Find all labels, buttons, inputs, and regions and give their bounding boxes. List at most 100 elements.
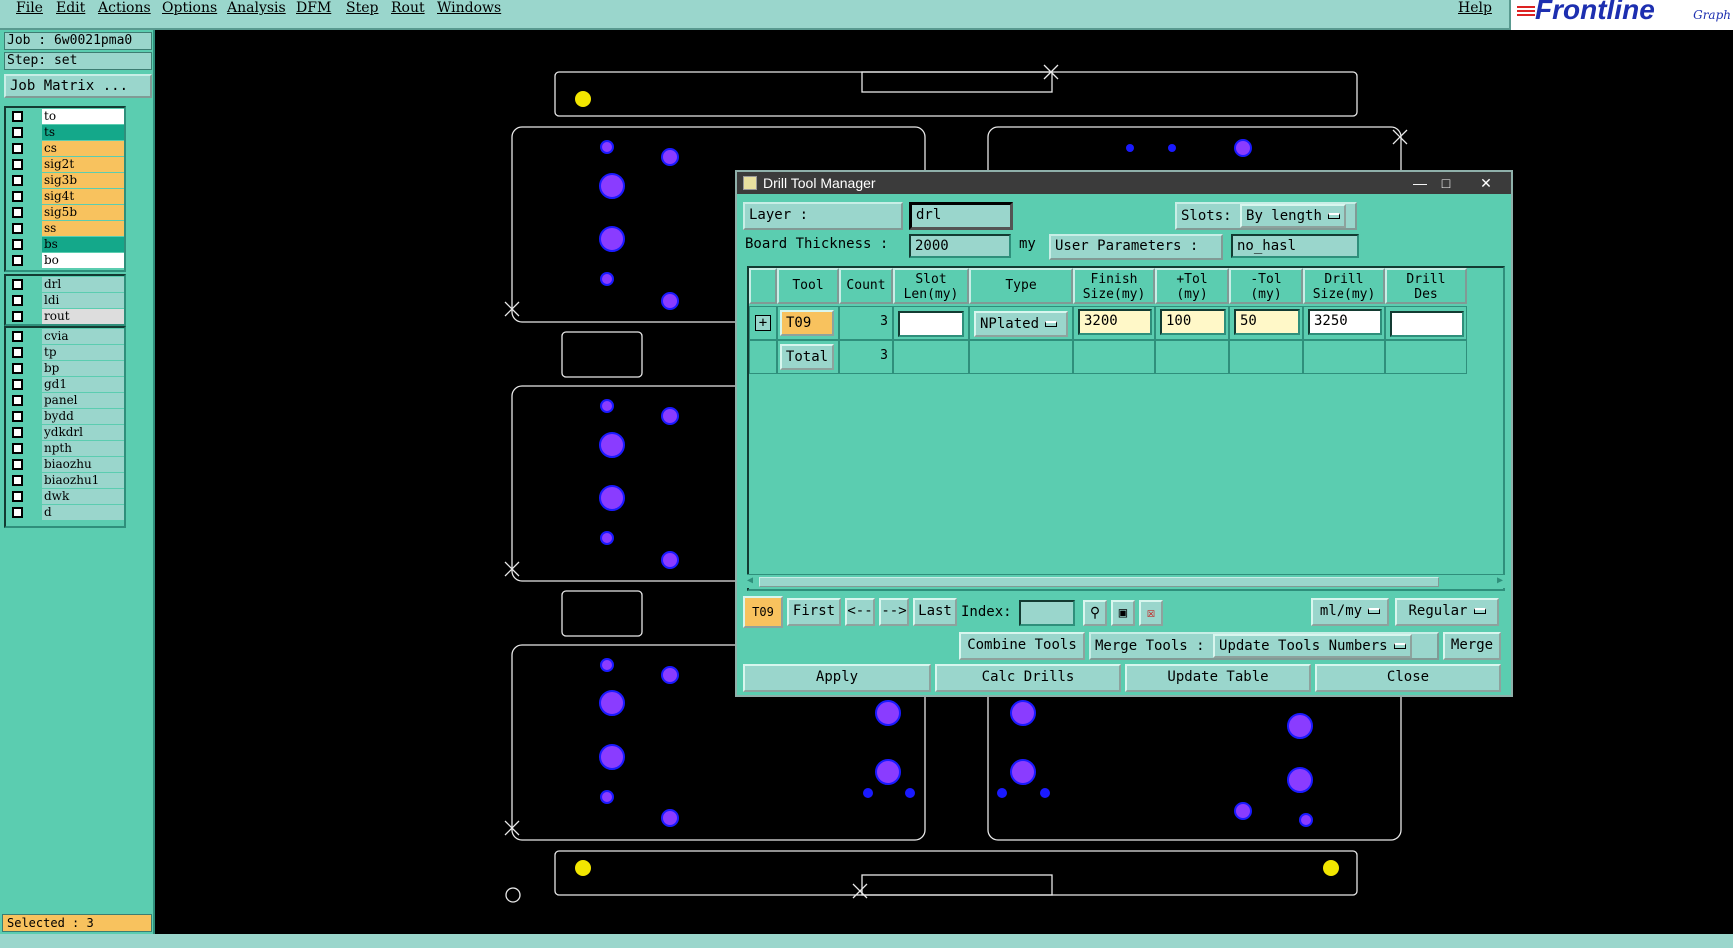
layer-name[interactable]: bydd xyxy=(42,409,124,424)
layer-checkbox[interactable] xyxy=(12,239,23,250)
mode-dropdown[interactable]: Regular xyxy=(1395,598,1499,626)
apply-button[interactable]: Apply xyxy=(743,664,931,692)
menu-analysis[interactable]: Analysis xyxy=(227,0,286,16)
layer-name[interactable]: dwk xyxy=(42,489,124,504)
layer-row[interactable]: cs xyxy=(6,140,124,156)
layer-checkbox[interactable] xyxy=(12,175,23,186)
layer-checkbox[interactable] xyxy=(12,331,23,342)
menu-dfm[interactable]: DFM xyxy=(296,0,331,16)
slot-len-input[interactable] xyxy=(898,311,964,337)
layer-name[interactable]: sig5b xyxy=(42,205,124,220)
last-button[interactable]: Last xyxy=(913,598,957,626)
prev-button[interactable]: <-- xyxy=(845,598,875,626)
layer-name[interactable]: tp xyxy=(42,345,124,360)
layer-row[interactable]: ldi xyxy=(6,292,124,308)
layer-checkbox[interactable] xyxy=(12,279,23,290)
menu-file[interactable]: File xyxy=(16,0,43,16)
dialog-titlebar[interactable]: Drill Tool Manager — □ ✕ xyxy=(737,172,1511,194)
next-button[interactable]: --> xyxy=(879,598,909,626)
layer-row[interactable]: cvia xyxy=(6,328,124,344)
layer-name[interactable]: bp xyxy=(42,361,124,376)
layer-name[interactable]: sig4t xyxy=(42,189,124,204)
layer-row[interactable]: tp xyxy=(6,344,124,360)
drill-des-input[interactable] xyxy=(1390,311,1464,337)
layer-name[interactable]: gd1 xyxy=(42,377,124,392)
layer-row[interactable]: sig2t xyxy=(6,156,124,172)
layer-row[interactable]: sig3b xyxy=(6,172,124,188)
layer-row[interactable]: ydkdrl xyxy=(6,424,124,440)
layer-row[interactable]: ts xyxy=(6,124,124,140)
layer-checkbox[interactable] xyxy=(12,207,23,218)
layer-name[interactable]: panel xyxy=(42,393,124,408)
horizontal-scrollbar[interactable]: ◀ ▶ xyxy=(747,574,1505,588)
menu-actions[interactable]: Actions xyxy=(98,0,151,16)
layer-row[interactable]: panel xyxy=(6,392,124,408)
layer-checkbox[interactable] xyxy=(12,191,23,202)
layer-name[interactable]: sig3b xyxy=(42,173,124,188)
layer-row[interactable]: bp xyxy=(6,360,124,376)
plus-tol-input[interactable]: 100 xyxy=(1160,309,1226,335)
finish-size-input[interactable]: 3200 xyxy=(1078,309,1152,335)
menu-help[interactable]: Help xyxy=(1458,0,1492,16)
index-input[interactable] xyxy=(1019,600,1075,626)
scroll-right-icon[interactable]: ▶ xyxy=(1497,575,1503,586)
layer-checkbox[interactable] xyxy=(12,427,23,438)
minimize-icon[interactable]: — xyxy=(1409,174,1431,192)
layer-row[interactable]: biaozhu xyxy=(6,456,124,472)
layer-name[interactable]: cvia xyxy=(42,329,124,344)
layer-checkbox[interactable] xyxy=(12,395,23,406)
layer-name[interactable]: ss xyxy=(42,221,124,236)
tool-button[interactable]: T09 xyxy=(780,310,834,336)
layer-row[interactable]: bo xyxy=(6,252,124,268)
layer-checkbox[interactable] xyxy=(12,475,23,486)
minus-tol-input[interactable]: 50 xyxy=(1234,309,1300,335)
layer-checkbox[interactable] xyxy=(12,111,23,122)
layer-row[interactable]: rout xyxy=(6,308,124,324)
scrollbar-thumb[interactable] xyxy=(759,577,1439,587)
type-dropdown[interactable]: NPlated xyxy=(974,311,1068,337)
layer-row[interactable]: gd1 xyxy=(6,376,124,392)
row-expand[interactable]: + xyxy=(749,306,777,340)
layer-checkbox[interactable] xyxy=(12,295,23,306)
layer-row[interactable]: ss xyxy=(6,220,124,236)
scroll-left-icon[interactable]: ◀ xyxy=(747,575,753,586)
tool-cell[interactable]: T09 xyxy=(777,306,839,340)
menu-rout[interactable]: Rout xyxy=(391,0,425,16)
layer-name[interactable]: bo xyxy=(42,253,124,268)
layer-checkbox[interactable] xyxy=(12,459,23,470)
total-button[interactable]: Total xyxy=(780,344,834,370)
layer-checkbox[interactable] xyxy=(12,143,23,154)
layer-name[interactable]: rout xyxy=(42,309,124,324)
layer-name[interactable]: d xyxy=(42,505,124,520)
layer-checkbox[interactable] xyxy=(12,491,23,502)
layer-name[interactable]: npth xyxy=(42,441,124,456)
layer-name[interactable]: biaozhu xyxy=(42,457,124,472)
layer-checkbox[interactable] xyxy=(12,311,23,322)
layer-checkbox[interactable] xyxy=(12,255,23,266)
layer-checkbox[interactable] xyxy=(12,159,23,170)
select-tool-icon[interactable]: ▣ xyxy=(1111,600,1135,626)
layer-name[interactable]: drl xyxy=(42,277,124,292)
thickness-input[interactable]: 2000 xyxy=(909,234,1011,258)
menu-options[interactable]: Options xyxy=(162,0,217,16)
slots-dropdown[interactable]: By length xyxy=(1240,204,1346,228)
layer-name[interactable]: to xyxy=(42,109,124,124)
layer-name[interactable]: biaozhu1 xyxy=(42,473,124,488)
merge-tools-dropdown[interactable]: Update Tools Numbers xyxy=(1213,634,1412,658)
close-button[interactable]: Close xyxy=(1315,664,1501,692)
update-table-button[interactable]: Update Table xyxy=(1125,664,1311,692)
layer-checkbox[interactable] xyxy=(12,411,23,422)
layer-checkbox[interactable] xyxy=(12,223,23,234)
layer-checkbox[interactable] xyxy=(12,379,23,390)
layer-row[interactable]: bydd xyxy=(6,408,124,424)
menu-step[interactable]: Step xyxy=(346,0,378,16)
layer-checkbox[interactable] xyxy=(12,363,23,374)
job-matrix-button[interactable]: Job Matrix ... xyxy=(4,74,152,98)
layer-row[interactable]: drl xyxy=(6,276,124,292)
units-dropdown[interactable]: ml/my xyxy=(1311,598,1389,626)
layer-name[interactable]: ydkdrl xyxy=(42,425,124,440)
layer-name[interactable]: cs xyxy=(42,141,124,156)
layer-name[interactable]: ts xyxy=(42,125,124,140)
layer-name[interactable]: bs xyxy=(42,237,124,252)
layer-row[interactable]: sig5b xyxy=(6,204,124,220)
